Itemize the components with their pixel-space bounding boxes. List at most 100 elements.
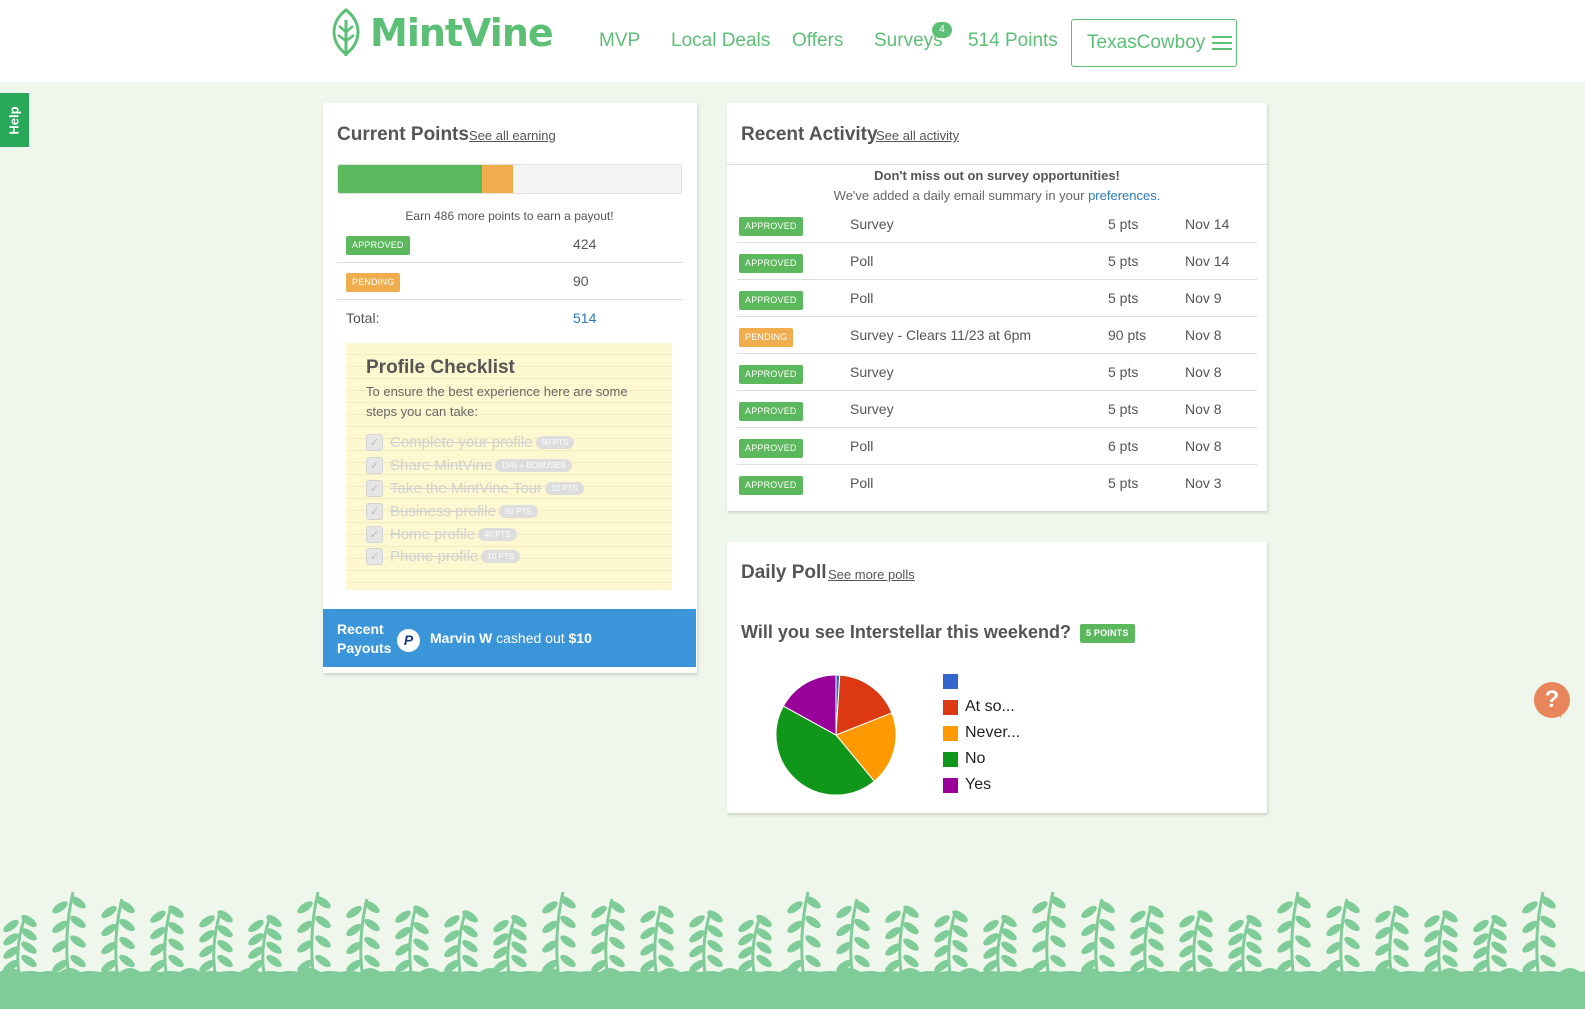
activity-points: 5 pts <box>1108 475 1139 491</box>
current-points-title: Current Points <box>337 124 469 145</box>
recent-payouts-label: Recent Payouts <box>337 621 392 656</box>
checklist-points-badge: 10 PTS <box>481 549 521 563</box>
checkmark-icon: ✓ <box>366 479 383 497</box>
points-value: 90 <box>573 273 589 289</box>
recent-activity-title: Recent Activity <box>741 124 878 145</box>
nav-local-deals[interactable]: Local Deals <box>671 30 770 52</box>
plant-sprig <box>885 905 919 981</box>
plant-sprig <box>1081 898 1115 981</box>
legend-item: Never... <box>943 724 1020 742</box>
see-all-activity-link[interactable]: See all activity <box>876 128 959 143</box>
table-row: APPROVED Survey 5 pts Nov 14 <box>737 206 1257 243</box>
checklist-points-badge: 50 PTS <box>535 435 575 449</box>
payout-message: Marvin W cashed out $10 <box>430 630 592 646</box>
payout-verb: cashed out <box>496 630 565 646</box>
activity-date: Nov 14 <box>1185 253 1230 269</box>
checkmark-icon: ✓ <box>366 547 383 565</box>
email-summary-notice: Don't miss out on survey opportunities! … <box>727 166 1267 206</box>
nav-points[interactable]: 514 Points <box>968 30 1058 52</box>
checkmark-icon: ✓ <box>366 456 383 474</box>
checklist-item[interactable]: ✓ Phone profile 10 PTS <box>366 546 521 566</box>
hamburger-menu-icon <box>1212 36 1233 50</box>
legend-swatch <box>943 777 958 793</box>
help-tab[interactable]: Help <box>0 93 29 147</box>
points-row-pending: PENDING 90 <box>337 263 683 300</box>
checklist-item[interactable]: ✓ Complete your profile 50 PTS <box>366 432 575 452</box>
activity-description: Poll <box>850 253 874 269</box>
activity-date: Nov 8 <box>1185 401 1222 417</box>
nav-offers[interactable]: Offers <box>792 30 843 52</box>
nav-mvp[interactable]: MVP <box>599 30 640 52</box>
activity-description: Poll <box>850 438 874 454</box>
status-badge: APPROVED <box>346 236 410 255</box>
checkmark-icon: ✓ <box>366 502 383 520</box>
status-badge: PENDING <box>739 328 794 347</box>
plant-sprig <box>542 891 576 981</box>
table-row: APPROVED Survey 5 pts Nov 8 <box>737 391 1257 428</box>
plant-sprig <box>52 891 86 981</box>
plant-sprig <box>395 905 429 981</box>
total-value[interactable]: 514 <box>573 310 596 326</box>
footer-foliage-decoration <box>0 891 1585 1009</box>
checklist-item-text: Take the MintVine Tour <box>390 479 543 497</box>
see-all-earning-link[interactable]: See all earning <box>469 128 556 143</box>
activity-date: Nov 8 <box>1185 327 1222 343</box>
total-label: Total: <box>346 310 380 326</box>
status-badge: APPROVED <box>739 476 803 495</box>
table-row: PENDING Survey - Clears 11/23 at 6pm 90 … <box>737 317 1257 354</box>
checklist-item[interactable]: ✓ Share MintVine 15% + BONUSES <box>366 455 572 475</box>
legend-label: No <box>965 750 986 767</box>
activity-date: Nov 9 <box>1185 290 1222 306</box>
leaf-logo-icon <box>332 8 360 56</box>
checkmark-icon: ✓ <box>366 433 383 451</box>
plant-sprig <box>689 910 723 981</box>
surveys-count-badge: 4 <box>932 22 952 38</box>
checklist-item[interactable]: ✓ Home profile 40 PTS <box>366 524 517 544</box>
plant-sprig <box>1375 905 1409 981</box>
paypal-icon: P <box>397 629 420 652</box>
progress-approved-segment <box>338 165 483 193</box>
plant-sprig <box>297 891 331 981</box>
recent-activity-card: Recent Activity See all activity Don't m… <box>727 103 1267 511</box>
checklist-item[interactable]: ✓ Take the MintVine Tour 10 PTS <box>366 478 584 498</box>
plant-sprig <box>591 898 625 981</box>
plant-sprig <box>738 914 772 981</box>
checklist-points-badge: 10 PTS <box>545 481 584 495</box>
activity-points: 90 pts <box>1108 327 1147 343</box>
points-value: 424 <box>573 236 597 252</box>
plant-sprig <box>101 898 135 981</box>
checklist-item-text: Business profile <box>390 502 496 520</box>
activity-points: 5 pts <box>1108 216 1139 232</box>
status-badge: APPROVED <box>739 217 803 236</box>
table-row: APPROVED Poll 5 pts Nov 9 <box>737 280 1257 317</box>
legend-swatch <box>943 673 958 689</box>
legend-item: No <box>943 750 985 768</box>
brand-logo[interactable]: MintVine <box>328 8 554 58</box>
help-bubble-tail <box>1552 706 1561 718</box>
brand-name: MintVine <box>370 11 554 55</box>
preferences-link[interactable]: preferences. <box>1088 188 1160 203</box>
progress-pending-segment <box>482 165 513 193</box>
see-more-polls-link[interactable]: See more polls <box>828 567 915 582</box>
plant-sprig <box>3 914 37 981</box>
recent-payouts-bar: Recent Payouts P Marvin W cashed out $10 <box>323 609 696 667</box>
user-menu-button[interactable]: TexasCowboy <box>1071 19 1237 67</box>
table-row: APPROVED Poll 5 pts Nov 3 <box>737 465 1257 502</box>
divider <box>727 164 1267 165</box>
poll-question-text: Will you see Interstellar this weekend? <box>741 622 1071 642</box>
activity-date: Nov 3 <box>1185 475 1222 491</box>
plant-sprig <box>1032 891 1066 981</box>
status-badge: APPROVED <box>739 439 803 458</box>
points-row-total: Total: 514 <box>337 300 683 337</box>
legend-swatch <box>943 699 958 715</box>
checklist-item[interactable]: ✓ Business profile 50 PTS <box>366 501 538 521</box>
table-row: APPROVED Poll 6 pts Nov 8 <box>737 428 1257 465</box>
payout-amount: $10 <box>568 630 592 646</box>
legend-item: Yes <box>943 776 991 794</box>
checklist-item-text: Complete your profile <box>390 433 533 451</box>
status-badge: APPROVED <box>739 254 803 273</box>
plant-sprig <box>199 910 233 981</box>
legend-label: At so... <box>965 698 1015 715</box>
table-row: APPROVED Poll 5 pts Nov 14 <box>737 243 1257 280</box>
plant-sprig <box>346 898 380 981</box>
